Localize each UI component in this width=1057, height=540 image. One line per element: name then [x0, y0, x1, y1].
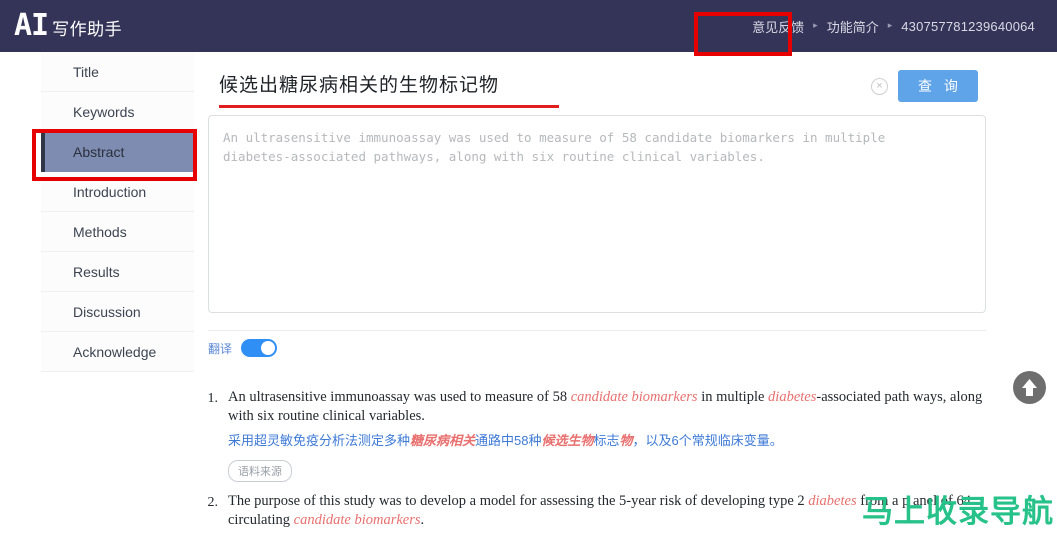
nav-item-feedback[interactable]: 意见反馈 — [752, 17, 804, 36]
sidebar-item-acknowledge[interactable]: Acknowledge — [41, 332, 194, 372]
abstract-editor[interactable]: An ultrasensitive immunoassay was used t… — [208, 115, 986, 313]
sidebar-item-abstract[interactable]: Abstract — [41, 132, 194, 172]
result-body: The purpose of this study was to develop… — [218, 492, 994, 530]
section-divider — [208, 330, 986, 331]
main-content: 候选出糖尿病相关的生物标记物 × 查 询 An ultrasensitive i… — [194, 52, 1057, 530]
sidebar-item-label: Methods — [73, 223, 127, 240]
sidebar-item-discussion[interactable]: Discussion — [41, 292, 194, 332]
sidebar-item-label: Results — [73, 263, 120, 280]
sidebar-item-label: Acknowledge — [73, 343, 157, 360]
sidebar-item-label: Discussion — [73, 303, 141, 320]
arrow-up-icon — [1022, 379, 1037, 396]
translate-control: 翻译 — [208, 339, 278, 357]
sidebar-item-methods[interactable]: Methods — [41, 212, 194, 252]
sidebar-item-label: Keywords — [73, 103, 135, 120]
result-body: An ultrasensitive immunoassay was used t… — [218, 388, 994, 482]
sidebar-item-label: Title — [73, 63, 99, 80]
app-header: AI 写作助手 意见反馈 ▸ 功能简介 ▸ 430757781239640064 — [0, 0, 1057, 52]
logo-ai-text: AI — [14, 8, 49, 43]
result-english-text: The purpose of this study was to develop… — [228, 493, 971, 528]
sidebar-item-results[interactable]: Results — [41, 252, 194, 292]
query-button[interactable]: 查 询 — [898, 70, 978, 102]
sidebar-item-label: Introduction — [73, 183, 147, 200]
clear-icon[interactable]: × — [871, 77, 888, 95]
back-to-top-button[interactable] — [1013, 371, 1046, 404]
sidebar: Title Keywords Abstract Introduction Met… — [41, 52, 194, 530]
translate-label: 翻译 — [208, 341, 233, 356]
search-underline-highlight — [219, 105, 559, 108]
search-input-wrapper[interactable]: 候选出糖尿病相关的生物标记物 — [208, 71, 871, 108]
translate-toggle[interactable] — [241, 339, 278, 357]
nav-item-features[interactable]: 功能简介 — [827, 17, 879, 36]
result-english-text: An ultrasensitive immunoassay was used t… — [228, 389, 983, 424]
source-tag-button[interactable]: 语料来源 — [228, 460, 292, 482]
results-list: 1. An ultrasensitive immunoassay was use… — [194, 388, 994, 540]
list-item: 1. An ultrasensitive immunoassay was use… — [194, 388, 994, 482]
app-logo[interactable]: AI 写作助手 — [0, 11, 122, 41]
sidebar-item-introduction[interactable]: Introduction — [41, 172, 194, 212]
header-nav: 意见反馈 ▸ 功能简介 ▸ 430757781239640064 — [752, 17, 1057, 36]
nav-separator-icon: ▸ — [813, 19, 818, 30]
nav-separator-icon-2: ▸ — [887, 19, 893, 30]
nav-user-id[interactable]: 430757781239640064 — [901, 19, 1035, 34]
logo-subtitle-text: 写作助手 — [52, 20, 123, 39]
search-input[interactable]: 候选出糖尿病相关的生物标记物 — [208, 71, 871, 101]
sidebar-item-title[interactable]: Title — [41, 52, 194, 92]
toggle-knob — [261, 341, 276, 355]
result-chinese-text: 采用超灵敏免疫分析法测定多种糖尿病相关通路中58种候选生物标志物，以及6个常规临… — [228, 433, 783, 448]
editor-placeholder-text: An ultrasensitive immunoassay was used t… — [223, 130, 886, 164]
sidebar-item-keywords[interactable]: Keywords — [41, 92, 194, 132]
search-bar: 候选出糖尿病相关的生物标记物 × 查 询 — [208, 60, 988, 112]
result-number: 1. — [207, 391, 219, 406]
list-item: 2. The purpose of this study was to deve… — [194, 492, 994, 530]
sidebar-item-label: Abstract — [73, 144, 125, 160]
result-number: 2. — [207, 495, 219, 510]
